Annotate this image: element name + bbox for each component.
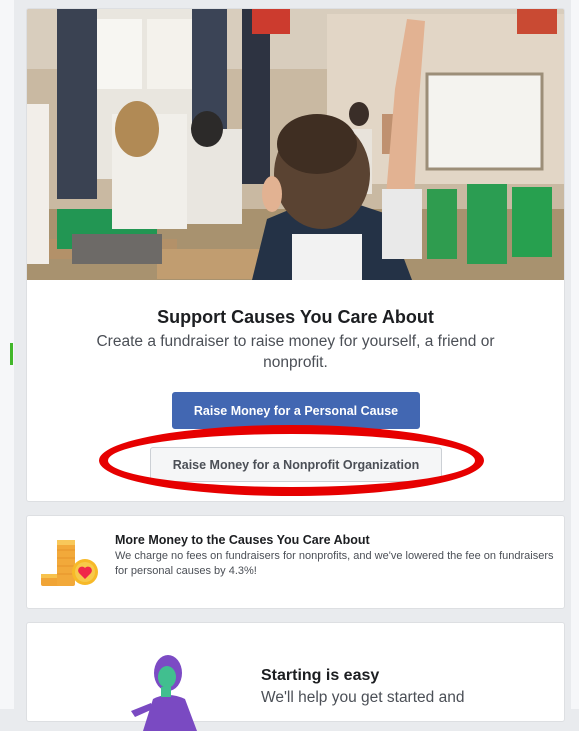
- fees-info-card: More Money to the Causes You Care About …: [26, 515, 565, 609]
- nonprofit-organization-button[interactable]: Raise Money for a Nonprofit Organization: [150, 447, 442, 482]
- right-page-edge: [571, 0, 579, 709]
- fees-description: We charge no fees on fundraisers for non…: [115, 550, 554, 577]
- starting-easy-text: We'll help you get started and: [261, 689, 465, 706]
- personal-cause-button[interactable]: Raise Money for a Personal Cause: [172, 392, 420, 429]
- left-page-edge: [0, 0, 14, 709]
- fees-title: More Money to the Causes You Care About: [115, 533, 370, 547]
- coins-heart-icon: [41, 540, 98, 586]
- person-illustration-icon: [131, 655, 197, 731]
- green-indicator: [10, 343, 13, 365]
- hero-title: Support Causes You Care About: [157, 307, 434, 327]
- classroom-photo: [27, 9, 564, 280]
- starting-easy-title: Starting is easy: [261, 667, 380, 684]
- starting-easy-card: Starting is easy We'll help you get star…: [26, 622, 565, 731]
- fundraiser-hero-card: Support Causes You Care About Create a f…: [26, 8, 565, 502]
- hero-subtitle: Create a fundraiser to raise money for y…: [96, 333, 495, 371]
